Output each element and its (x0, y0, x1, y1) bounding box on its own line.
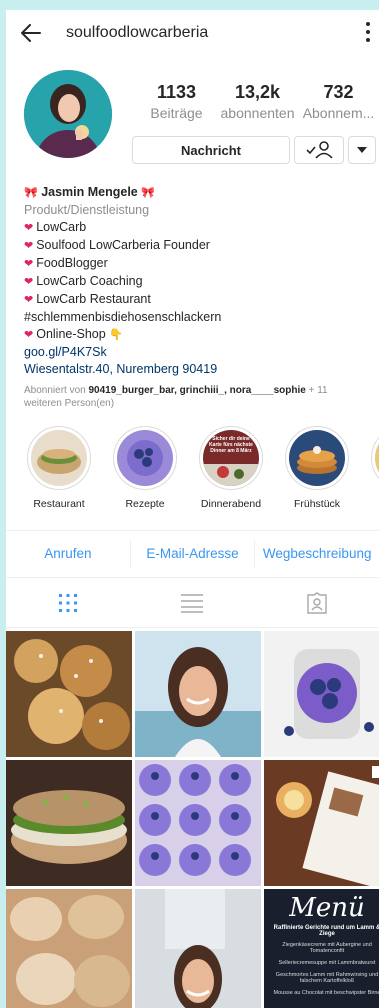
post-grid: Menü Raffinierte Gerichte rund um Lamm &… (6, 631, 379, 1008)
highlight-label: Restaurant (33, 498, 85, 510)
more-options-icon[interactable] (365, 22, 371, 42)
dinner-story-text: Sicher dir deine Karte fürs nächste Dinn… (209, 436, 253, 454)
post-thumbnail[interactable] (135, 760, 261, 886)
stat-posts[interactable]: 1133 Beiträge (136, 82, 217, 121)
highlight-label: Rezepte (125, 498, 165, 510)
email-button[interactable]: E-Mail-Adresse (131, 540, 256, 568)
bio-line: Soulfood LowCarberia Founder (36, 238, 210, 252)
tab-tagged[interactable] (255, 591, 379, 614)
bio-address[interactable]: Wiesentalstr.40, Nuremberg 90419 (24, 361, 361, 378)
story-highlights: Restaurant Rezepte Sicher dir deine Kart… (6, 410, 379, 530)
post-thumbnail[interactable] (6, 631, 132, 757)
highlight-fruhstuck[interactable]: Frühstück (274, 426, 360, 530)
pointing-hand-icon: 👇 (109, 329, 123, 341)
bio-shop: Online-Shop (36, 327, 106, 341)
stat-posts-label: Beiträge (150, 105, 203, 121)
highlight-partial[interactable]: B (360, 426, 379, 530)
tab-list[interactable] (130, 593, 254, 613)
menu-title: Menü (289, 893, 365, 923)
highlight-rezepte[interactable]: Rezepte (102, 426, 188, 530)
stat-following[interactable]: 732 Abonnem... (298, 82, 379, 121)
stat-followers-value: 13,2k (234, 82, 281, 102)
post-thumbnail[interactable] (6, 889, 132, 1008)
stat-followers-label: abonnenten (220, 105, 295, 121)
highlight-dinnerabend[interactable]: Sicher dir deine Karte fürs nächste Dinn… (188, 426, 274, 530)
back-arrow-icon[interactable] (20, 22, 42, 44)
avatar[interactable] (24, 70, 112, 158)
post-thumbnail[interactable] (135, 631, 261, 757)
bio-line: LowCarb (36, 220, 87, 234)
directions-button[interactable]: Wegbeschreibung (255, 540, 379, 568)
menu-line: Selleriecremesuppe mit Lammbratwurst (278, 960, 376, 966)
bio-line: FoodBlogger (36, 256, 108, 270)
profile-category: Produkt/Dienstleistung (24, 203, 150, 217)
bio-link[interactable]: goo.gl/P4K7Sk (24, 344, 361, 361)
heart-icon: ❤ (24, 294, 34, 306)
post-thumbnail[interactable] (135, 889, 261, 1008)
suggestions-dropdown-button[interactable] (348, 136, 376, 164)
heart-icon: ❤ (24, 276, 34, 288)
profile-username: soulfoodlowcarberia (66, 24, 209, 41)
grid-icon (59, 593, 78, 612)
post-thumbnail-menu[interactable]: Menü Raffinierte Gerichte rund um Lamm &… (264, 889, 379, 1008)
highlight-label: Dinnerabend (200, 498, 262, 510)
profile-header: 1133 Beiträge 13,2k abonnenten 732 Abonn… (6, 56, 379, 176)
post-thumbnail[interactable] (264, 631, 379, 757)
menu-line: Ziegenkäsecreme mit Aubergine und Tomate… (282, 942, 372, 954)
ribbon-icon: 🎀 (141, 187, 155, 199)
menu-line: Geschmortes Lamm mit Rahmwirsing und fal… (275, 972, 379, 984)
followed-by-names: 90419_burger_bar, grinchiii_, nora____so… (88, 385, 306, 396)
bio-hashtag[interactable]: #schlemmenbisdiehosenschlackern (24, 309, 361, 326)
stat-followers[interactable]: 13,2k abonnenten (217, 82, 298, 121)
message-button[interactable]: Nachricht (132, 136, 290, 164)
ribbon-icon: 🎀 (24, 187, 38, 199)
stat-posts-value: 1133 (156, 82, 197, 102)
profile-bio: 🎀 Jasmin Mengele 🎀 Produkt/Dienstleistun… (6, 176, 379, 378)
profile-actions: Nachricht (132, 136, 376, 164)
profile-name: Jasmin Mengele (41, 185, 138, 199)
heart-icon: ❤ (24, 222, 34, 234)
list-icon (181, 593, 204, 613)
following-button[interactable] (294, 136, 344, 164)
instagram-profile-screen: soulfoodlowcarberia 1133 Beiträge 13,2k … (6, 10, 379, 1008)
bio-line: LowCarb Coaching (36, 274, 143, 288)
heart-icon: ❤ (24, 240, 34, 252)
heart-icon: ❤ (24, 329, 34, 341)
tab-grid[interactable] (6, 593, 130, 613)
stat-following-label: Abonnem... (302, 105, 375, 121)
call-button[interactable]: Anrufen (6, 540, 131, 568)
post-thumbnail[interactable] (264, 760, 379, 886)
highlight-label: Frühstück (293, 498, 341, 510)
menu-line: Mousse au Chocolat mit beschwipster Birn… (273, 990, 379, 996)
following-person-check-icon (306, 141, 333, 159)
contact-bar: Anrufen E-Mail-Adresse Wegbeschreibung (6, 530, 379, 578)
chevron-down-icon (357, 147, 367, 153)
followed-by[interactable]: Abonniert von 90419_burger_bar, grinchii… (6, 378, 379, 410)
tagged-person-icon (307, 591, 327, 614)
post-thumbnail[interactable] (6, 760, 132, 886)
bio-line: LowCarb Restaurant (36, 292, 151, 306)
stat-following-value: 732 (323, 82, 354, 102)
heart-icon: ❤ (24, 258, 34, 270)
menu-line: Raffinierte Gerichte rund um Lamm & Zieg… (273, 925, 379, 937)
followed-by-prefix: Abonniert von (24, 385, 89, 396)
profile-stats: 1133 Beiträge 13,2k abonnenten 732 Abonn… (136, 82, 379, 121)
top-bar: soulfoodlowcarberia (6, 10, 379, 56)
profile-tabs (6, 578, 379, 628)
highlight-restaurant[interactable]: Restaurant (16, 426, 102, 530)
